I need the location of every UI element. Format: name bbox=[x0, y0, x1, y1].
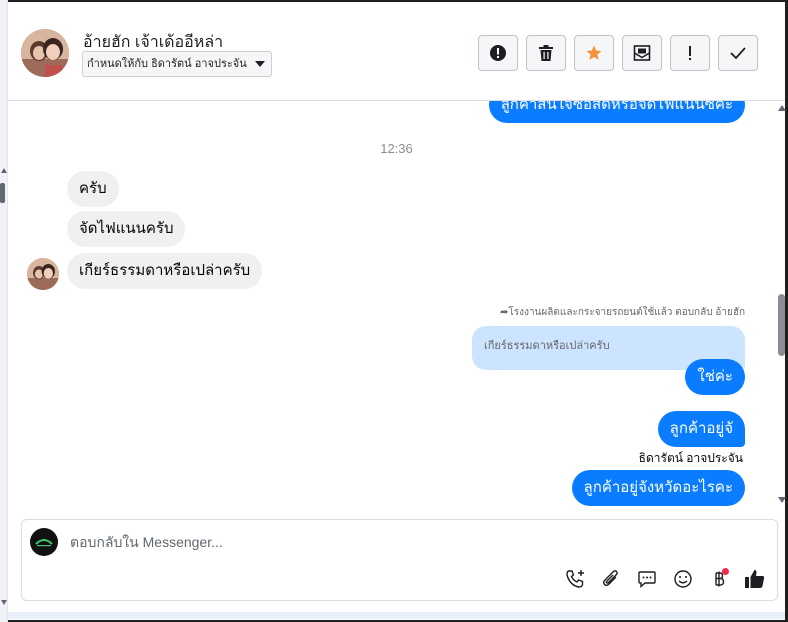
rail-handle[interactable] bbox=[0, 183, 5, 203]
mark-unread-button[interactable] bbox=[622, 35, 662, 71]
scrollbar-thumb[interactable] bbox=[778, 294, 785, 356]
rail-up-caret-icon bbox=[1, 168, 7, 173]
message-timestamp: 12:36 bbox=[380, 141, 413, 156]
outgoing-message[interactable]: ลูกค้าอยู่จังหวัดอะไรคะ bbox=[571, 470, 745, 506]
emoji-icon bbox=[674, 570, 692, 588]
assignee-dropdown[interactable]: กำหนดให้กับ ธิดารัตน์ อาจประจัน bbox=[82, 51, 272, 77]
check-icon bbox=[730, 47, 746, 60]
page-logo-icon bbox=[35, 539, 53, 547]
delete-button[interactable] bbox=[526, 35, 566, 71]
scroll-down-arrow-icon[interactable] bbox=[778, 497, 786, 503]
mark-done-button[interactable] bbox=[718, 35, 758, 71]
alert-circle-icon bbox=[490, 45, 506, 61]
bottom-strip bbox=[8, 612, 785, 619]
incoming-message[interactable]: เกียร์ธรรมดาหรือเปล่าครับ bbox=[67, 253, 263, 289]
priority-button[interactable] bbox=[670, 35, 710, 71]
sender-name: ธิดารัตน์ อาจประจัน bbox=[638, 451, 743, 465]
rail-down-caret-icon bbox=[1, 600, 7, 605]
thumbs-up-icon bbox=[745, 570, 765, 588]
contact-photo-icon bbox=[27, 258, 59, 290]
reply-meta: ➦โรงงานผลิตและกระจายรถยนต์ใช้แล้ว ตอบกลั… bbox=[500, 305, 745, 320]
page-avatar bbox=[30, 528, 58, 556]
assignee-label: กำหนดให้กับ ธิดารัตน์ อาจประจัน bbox=[87, 58, 247, 70]
message-input[interactable] bbox=[70, 534, 750, 550]
attach-button[interactable] bbox=[600, 568, 622, 590]
like-button[interactable] bbox=[744, 568, 766, 590]
envelope-icon bbox=[633, 45, 651, 61]
saved-reply-button[interactable] bbox=[636, 568, 658, 590]
message-thread[interactable]: ลูกค้าสนใจซื้อสดหรือจัดไฟแนนซ์คะ 12:36 ค… bbox=[8, 101, 777, 510]
incoming-message[interactable]: จัดไฟแนนครับ bbox=[67, 211, 186, 247]
reply-meta-text: โรงงานผลิตและกระจายรถยนต์ใช้แล้ว ตอบกลับ… bbox=[508, 307, 745, 318]
exclamation-icon bbox=[689, 46, 691, 60]
thread-scrollbar[interactable] bbox=[777, 101, 786, 510]
conversation-header: อ้ายฮัก เจ้าเด้ออีหล่า กำหนดให้กับ ธิดาร… bbox=[8, 4, 785, 101]
contact-avatar-small[interactable] bbox=[27, 258, 59, 290]
emoji-button[interactable] bbox=[672, 568, 694, 590]
incoming-message[interactable]: ครับ bbox=[67, 171, 119, 207]
call-add-button[interactable] bbox=[564, 568, 586, 590]
payment-button[interactable] bbox=[708, 568, 730, 590]
reply-composer bbox=[21, 519, 778, 601]
spam-button[interactable] bbox=[478, 35, 518, 71]
call-add-icon bbox=[566, 570, 584, 588]
outgoing-message[interactable]: ลูกค้าอยู่จั bbox=[657, 411, 745, 447]
trash-icon bbox=[539, 45, 553, 61]
outgoing-message[interactable]: ลูกค้าสนใจซื้อสดหรือจัดไฟแนนซ์คะ bbox=[488, 101, 745, 123]
contact-avatar[interactable] bbox=[21, 29, 69, 77]
saved-reply-icon bbox=[638, 571, 656, 589]
paperclip-icon bbox=[602, 570, 618, 587]
star-icon bbox=[586, 45, 602, 60]
outgoing-message[interactable]: ใช่ค่ะ bbox=[685, 359, 745, 395]
scroll-up-arrow-icon[interactable] bbox=[778, 105, 786, 111]
left-rail bbox=[0, 0, 8, 622]
notification-dot bbox=[722, 568, 729, 575]
follow-up-button[interactable] bbox=[574, 35, 614, 71]
chevron-down-icon bbox=[254, 61, 265, 67]
contact-photo-icon bbox=[21, 29, 69, 77]
